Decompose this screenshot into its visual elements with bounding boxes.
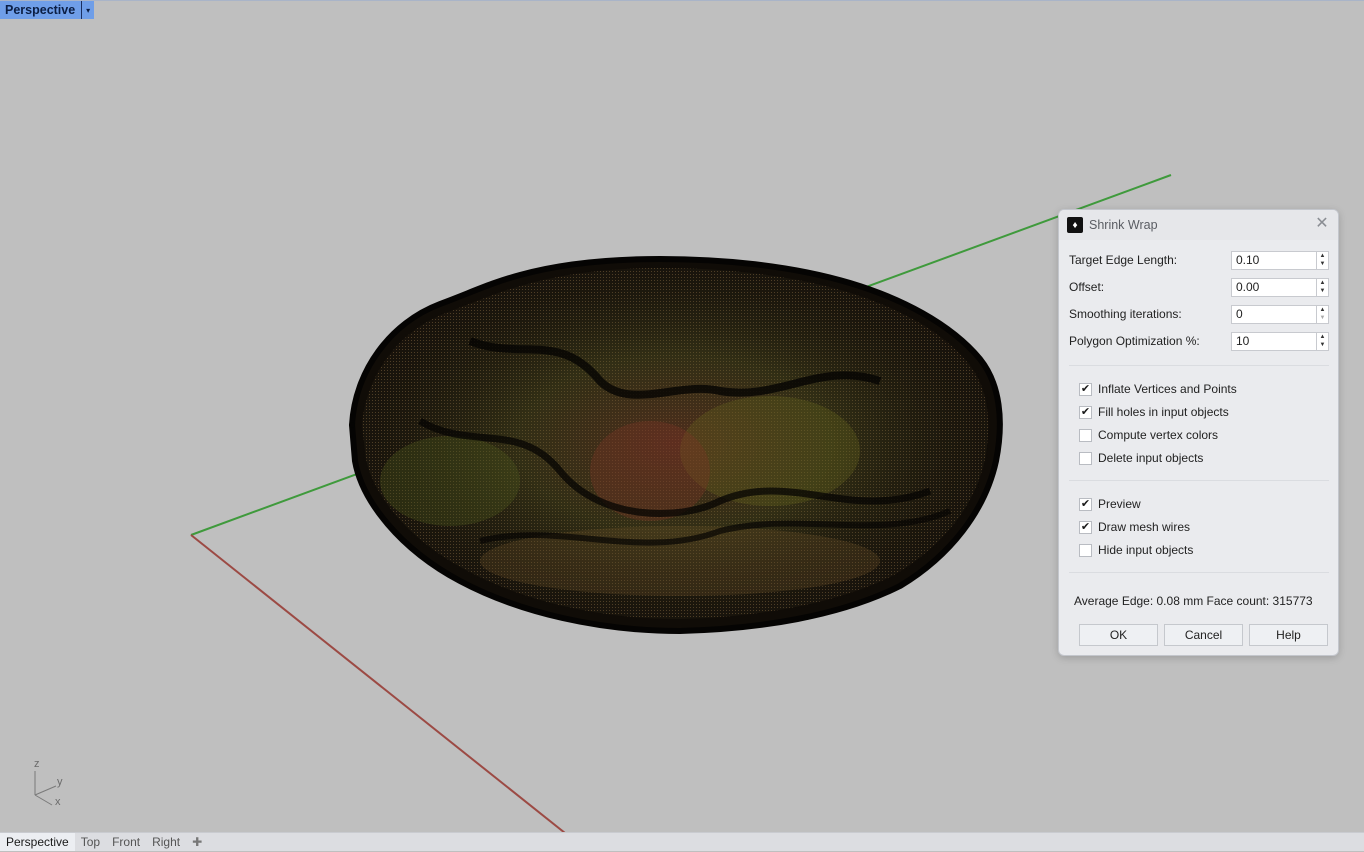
tab-right[interactable]: Right [146,833,186,851]
polygon-optimization-spin[interactable]: ▲ ▼ [1317,331,1329,351]
divider [1069,480,1329,481]
delete-input-option[interactable]: Delete input objects [1079,449,1203,467]
smoothing-iterations-input[interactable] [1231,304,1317,324]
spin-down-icon[interactable]: ▼ [1320,341,1326,349]
offset-label: Offset: [1069,280,1105,294]
gizmo-z-label: z [34,758,40,770]
spin-up-icon[interactable]: ▲ [1320,252,1326,260]
preview-label[interactable]: Preview [1098,497,1141,511]
compute-vertex-colors-checkbox[interactable] [1079,428,1092,442]
fill-holes-label[interactable]: Fill holes in input objects [1098,405,1229,419]
target-edge-length-row: Target Edge Length: ▲ ▼ [1069,250,1329,270]
smoothing-iterations-row: Smoothing iterations: ▲ ▼ [1069,304,1329,324]
spin-down-icon: ▼ [1319,315,1326,321]
smoothing-iterations-stepper: ▲ ▼ [1231,304,1329,324]
polygon-optimization-label: Polygon Optimization %: [1069,334,1200,348]
offset-spin[interactable]: ▲ ▼ [1317,277,1329,297]
divider [1069,572,1329,573]
preview-checkbox[interactable]: ✔ [1079,497,1092,511]
smoothing-iterations-label: Smoothing iterations: [1069,307,1182,321]
add-viewport-icon[interactable]: ✚ [186,833,208,851]
delete-input-label[interactable]: Delete input objects [1098,451,1203,465]
inflate-vertices-option[interactable]: ✔ Inflate Vertices and Points [1079,380,1237,398]
offset-input[interactable] [1231,277,1317,297]
dialog-titlebar[interactable]: ♦ Shrink Wrap ✕ [1059,210,1338,240]
ok-button[interactable]: OK [1079,624,1158,646]
polygon-optimization-row: Polygon Optimization %: ▲ ▼ [1069,331,1329,351]
inflate-vertices-checkbox[interactable]: ✔ [1079,382,1092,396]
polygon-optimization-stepper: ▲ ▼ [1231,331,1329,351]
chevron-down-icon[interactable]: ▾ [81,1,94,19]
draw-mesh-wires-checkbox[interactable]: ✔ [1079,520,1092,534]
offset-stepper: ▲ ▼ [1231,277,1329,297]
draw-mesh-wires-label[interactable]: Draw mesh wires [1098,520,1190,534]
compute-vertex-colors-option[interactable]: Compute vertex colors [1079,426,1218,444]
rhino-app-icon: ♦ [1067,217,1083,233]
shrink-wrap-dialog: ♦ Shrink Wrap ✕ Target Edge Length: ▲ ▼ … [1058,209,1339,656]
spin-down-icon[interactable]: ▼ [1320,260,1326,268]
gizmo-x-label: x [55,796,61,808]
fill-holes-checkbox[interactable]: ✔ [1079,405,1092,419]
spin-down-icon[interactable]: ▼ [1320,287,1326,295]
target-edge-length-stepper: ▲ ▼ [1231,250,1329,270]
viewport-title-tab[interactable]: Perspective ▾ [0,1,95,19]
delete-input-checkbox[interactable] [1079,451,1092,465]
spin-up-icon[interactable]: ▲ [1320,279,1326,287]
target-edge-length-input[interactable] [1231,250,1317,270]
fill-holes-option[interactable]: ✔ Fill holes in input objects [1079,403,1229,421]
compute-vertex-colors-label[interactable]: Compute vertex colors [1098,428,1218,442]
close-icon[interactable]: ✕ [1314,216,1330,232]
tab-top[interactable]: Top [75,833,106,851]
dialog-title: Shrink Wrap [1089,218,1158,232]
polygon-optimization-input[interactable] [1231,331,1317,351]
help-button[interactable]: Help [1249,624,1328,646]
smoothing-iterations-spin[interactable]: ▲ ▼ [1317,304,1329,324]
viewport-title-label[interactable]: Perspective [0,1,81,19]
gizmo-y-label: y [57,776,63,788]
draw-mesh-wires-option[interactable]: ✔ Draw mesh wires [1079,518,1190,536]
offset-row: Offset: ▲ ▼ [1069,277,1329,297]
cancel-button[interactable]: Cancel [1164,624,1243,646]
axis-gizmo: z y x [28,759,72,811]
preview-option[interactable]: ✔ Preview [1079,495,1141,513]
spin-up-icon[interactable]: ▲ [1320,306,1326,314]
shrink-wrap-mesh[interactable] [348,255,1003,635]
target-edge-length-label: Target Edge Length: [1069,253,1178,267]
spin-up-icon[interactable]: ▲ [1320,333,1326,341]
inflate-vertices-label[interactable]: Inflate Vertices and Points [1098,382,1237,396]
mesh-status-text: Average Edge: 0.08 mm Face count: 315773 [1074,594,1313,608]
tab-front[interactable]: Front [106,833,146,851]
target-edge-length-spin[interactable]: ▲ ▼ [1317,250,1329,270]
hide-input-option[interactable]: Hide input objects [1079,541,1193,559]
tab-perspective[interactable]: Perspective [0,833,75,851]
viewport-tab-bar: Perspective Top Front Right ✚ [0,832,1364,851]
hide-input-checkbox[interactable] [1079,543,1092,557]
divider [1069,365,1329,366]
hide-input-label[interactable]: Hide input objects [1098,543,1193,557]
